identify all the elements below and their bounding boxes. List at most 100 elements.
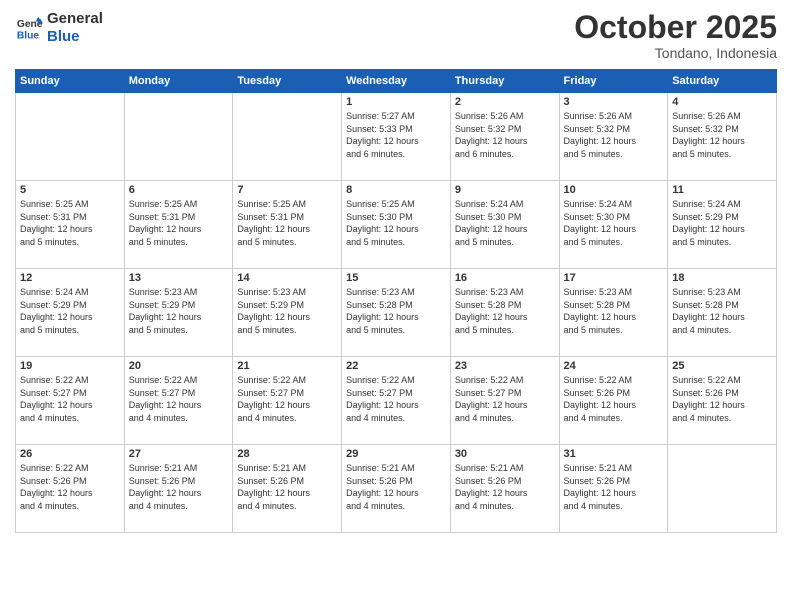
day-cell-12: 12 Sunrise: 5:24 AM Sunset: 5:29 PM Dayli… xyxy=(16,269,125,357)
day-cell-14: 14 Sunrise: 5:23 AM Sunset: 5:29 PM Dayli… xyxy=(233,269,342,357)
week-row-3: 12 Sunrise: 5:24 AM Sunset: 5:29 PM Dayli… xyxy=(16,269,777,357)
day-number: 6 xyxy=(129,184,229,196)
day-number: 25 xyxy=(672,360,772,372)
day-cell-7: 7Sunrise: 5:25 AM Sunset: 5:31 PM Daylig… xyxy=(233,181,342,269)
day-number: 3 xyxy=(564,96,664,108)
day-cell-2: 2 Sunrise: 5:26 AM Sunset: 5:32 PM Daylig… xyxy=(450,93,559,181)
logo: General Blue General Blue xyxy=(15,10,103,46)
day-cell-13: 13Sunrise: 5:23 AM Sunset: 5:29 PM Dayli… xyxy=(124,269,233,357)
day-number: 24 xyxy=(564,360,664,372)
logo-icon: General Blue xyxy=(15,14,43,42)
day-info: Sunrise: 5:21 AM Sunset: 5:26 PM Dayligh… xyxy=(237,462,337,512)
day-cell-6: 6 Sunrise: 5:25 AM Sunset: 5:31 PM Daylig… xyxy=(124,181,233,269)
day-number: 31 xyxy=(564,448,664,460)
day-number: 14 xyxy=(237,272,337,284)
day-cell-16: 16 Sunrise: 5:23 AM Sunset: 5:28 PM Dayli… xyxy=(450,269,559,357)
day-info: Sunrise: 5:27 AM Sunset: 5:33 PM Dayligh… xyxy=(346,110,446,160)
day-number: 2 xyxy=(455,96,555,108)
day-cell-3: 3 Sunrise: 5:26 AM Sunset: 5:32 PM Daylig… xyxy=(559,93,668,181)
day-info: Sunrise: 5:24 AM Sunset: 5:29 PM Dayligh… xyxy=(672,198,772,248)
empty-cell xyxy=(16,93,125,181)
col-header-thursday: Thursday xyxy=(450,70,559,93)
day-info: Sunrise: 5:21 AM Sunset: 5:26 PM Dayligh… xyxy=(346,462,446,512)
col-header-wednesday: Wednesday xyxy=(342,70,451,93)
day-number: 5 xyxy=(20,184,120,196)
day-cell-4: 4 Sunrise: 5:26 AM Sunset: 5:32 PM Daylig… xyxy=(668,93,777,181)
day-info: Sunrise: 5:26 AM Sunset: 5:32 PM Dayligh… xyxy=(672,110,772,160)
day-cell-11: 11Sunrise: 5:24 AM Sunset: 5:29 PM Dayli… xyxy=(668,181,777,269)
title-block: October 2025 Tondano, Indonesia xyxy=(574,10,777,61)
day-info: Sunrise: 5:23 AM Sunset: 5:28 PM Dayligh… xyxy=(672,286,772,336)
day-cell-8: 8Sunrise: 5:25 AM Sunset: 5:30 PM Daylig… xyxy=(342,181,451,269)
day-cell-30: 30 Sunrise: 5:21 AM Sunset: 5:26 PM Dayli… xyxy=(450,445,559,533)
col-header-saturday: Saturday xyxy=(668,70,777,93)
svg-text:Blue: Blue xyxy=(17,30,40,41)
day-number: 20 xyxy=(129,360,229,372)
day-info: Sunrise: 5:22 AM Sunset: 5:27 PM Dayligh… xyxy=(20,374,120,424)
empty-cell xyxy=(668,445,777,533)
location: Tondano, Indonesia xyxy=(574,45,777,61)
day-number: 17 xyxy=(564,272,664,284)
day-cell-25: 25Sunrise: 5:22 AM Sunset: 5:26 PM Dayli… xyxy=(668,357,777,445)
day-cell-18: 18 Sunrise: 5:23 AM Sunset: 5:28 PM Dayli… xyxy=(668,269,777,357)
day-cell-21: 21 Sunrise: 5:22 AM Sunset: 5:27 PM Dayli… xyxy=(233,357,342,445)
col-header-tuesday: Tuesday xyxy=(233,70,342,93)
day-number: 30 xyxy=(455,448,555,460)
day-info: Sunrise: 5:23 AM Sunset: 5:28 PM Dayligh… xyxy=(346,286,446,336)
day-info: Sunrise: 5:21 AM Sunset: 5:26 PM Dayligh… xyxy=(455,462,555,512)
day-number: 16 xyxy=(455,272,555,284)
day-cell-20: 20 Sunrise: 5:22 AM Sunset: 5:27 PM Dayli… xyxy=(124,357,233,445)
day-number: 4 xyxy=(672,96,772,108)
day-number: 26 xyxy=(20,448,120,460)
day-cell-24: 24 Sunrise: 5:22 AM Sunset: 5:26 PM Dayli… xyxy=(559,357,668,445)
day-number: 10 xyxy=(564,184,664,196)
day-number: 28 xyxy=(237,448,337,460)
day-cell-9: 9 Sunrise: 5:24 AM Sunset: 5:30 PM Daylig… xyxy=(450,181,559,269)
day-info: Sunrise: 5:23 AM Sunset: 5:28 PM Dayligh… xyxy=(455,286,555,336)
day-number: 12 xyxy=(20,272,120,284)
day-info: Sunrise: 5:26 AM Sunset: 5:32 PM Dayligh… xyxy=(564,110,664,160)
day-info: Sunrise: 5:24 AM Sunset: 5:29 PM Dayligh… xyxy=(20,286,120,336)
week-row-1: 1Sunrise: 5:27 AM Sunset: 5:33 PM Daylig… xyxy=(16,93,777,181)
day-info: Sunrise: 5:23 AM Sunset: 5:28 PM Dayligh… xyxy=(564,286,664,336)
header: General Blue General Blue October 2025 T… xyxy=(15,10,777,61)
day-cell-22: 22Sunrise: 5:22 AM Sunset: 5:27 PM Dayli… xyxy=(342,357,451,445)
day-cell-10: 10 Sunrise: 5:24 AM Sunset: 5:30 PM Dayli… xyxy=(559,181,668,269)
day-info: Sunrise: 5:23 AM Sunset: 5:29 PM Dayligh… xyxy=(237,286,337,336)
week-row-5: 26Sunrise: 5:22 AM Sunset: 5:26 PM Dayli… xyxy=(16,445,777,533)
day-cell-27: 27 Sunrise: 5:21 AM Sunset: 5:26 PM Dayli… xyxy=(124,445,233,533)
day-info: Sunrise: 5:25 AM Sunset: 5:31 PM Dayligh… xyxy=(129,198,229,248)
day-number: 21 xyxy=(237,360,337,372)
day-cell-17: 17 Sunrise: 5:23 AM Sunset: 5:28 PM Dayli… xyxy=(559,269,668,357)
col-header-monday: Monday xyxy=(124,70,233,93)
day-number: 23 xyxy=(455,360,555,372)
day-info: Sunrise: 5:25 AM Sunset: 5:30 PM Dayligh… xyxy=(346,198,446,248)
day-info: Sunrise: 5:22 AM Sunset: 5:27 PM Dayligh… xyxy=(455,374,555,424)
logo-blue: Blue xyxy=(47,28,103,46)
day-info: Sunrise: 5:22 AM Sunset: 5:27 PM Dayligh… xyxy=(129,374,229,424)
day-info: Sunrise: 5:22 AM Sunset: 5:27 PM Dayligh… xyxy=(237,374,337,424)
day-cell-5: 5 Sunrise: 5:25 AM Sunset: 5:31 PM Daylig… xyxy=(16,181,125,269)
day-number: 18 xyxy=(672,272,772,284)
day-number: 13 xyxy=(129,272,229,284)
day-cell-19: 19 Sunrise: 5:22 AM Sunset: 5:27 PM Dayli… xyxy=(16,357,125,445)
day-info: Sunrise: 5:22 AM Sunset: 5:26 PM Dayligh… xyxy=(564,374,664,424)
header-row: SundayMondayTuesdayWednesdayThursdayFrid… xyxy=(16,70,777,93)
day-number: 29 xyxy=(346,448,446,460)
week-row-4: 19 Sunrise: 5:22 AM Sunset: 5:27 PM Dayli… xyxy=(16,357,777,445)
day-info: Sunrise: 5:24 AM Sunset: 5:30 PM Dayligh… xyxy=(564,198,664,248)
day-info: Sunrise: 5:26 AM Sunset: 5:32 PM Dayligh… xyxy=(455,110,555,160)
day-number: 27 xyxy=(129,448,229,460)
day-info: Sunrise: 5:24 AM Sunset: 5:30 PM Dayligh… xyxy=(455,198,555,248)
day-cell-29: 29 Sunrise: 5:21 AM Sunset: 5:26 PM Dayli… xyxy=(342,445,451,533)
day-info: Sunrise: 5:21 AM Sunset: 5:26 PM Dayligh… xyxy=(129,462,229,512)
day-info: Sunrise: 5:25 AM Sunset: 5:31 PM Dayligh… xyxy=(20,198,120,248)
day-info: Sunrise: 5:21 AM Sunset: 5:26 PM Dayligh… xyxy=(564,462,664,512)
month-title: October 2025 xyxy=(574,10,777,45)
day-number: 19 xyxy=(20,360,120,372)
day-info: Sunrise: 5:25 AM Sunset: 5:31 PM Dayligh… xyxy=(237,198,337,248)
day-cell-23: 23 Sunrise: 5:22 AM Sunset: 5:27 PM Dayli… xyxy=(450,357,559,445)
day-number: 9 xyxy=(455,184,555,196)
col-header-sunday: Sunday xyxy=(16,70,125,93)
day-info: Sunrise: 5:22 AM Sunset: 5:27 PM Dayligh… xyxy=(346,374,446,424)
